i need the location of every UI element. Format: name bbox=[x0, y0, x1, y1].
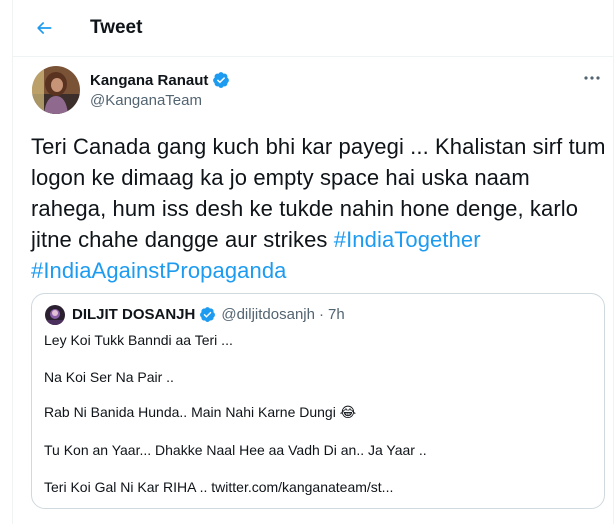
quoted-text-line: Rab Ni Banida Hunda.. Main Nahi Karne Du… bbox=[44, 404, 357, 420]
quoted-timestamp: 7h bbox=[327, 306, 345, 323]
quoted-text-line: Ley Koi Tukk Banndi aa Teri ... bbox=[44, 332, 233, 348]
arrow-left-icon bbox=[37, 22, 52, 34]
tweet-detail-panel: Tweet Kangana Ranaut @KanganaTeam Teri C… bbox=[12, 0, 614, 524]
verified-badge-icon bbox=[199, 306, 216, 323]
quoted-text-line: Teri Koi Gal Ni Kar RIHA .. twitter.com/… bbox=[44, 479, 394, 495]
quoted-author-handle: @diljitdosanjh bbox=[221, 306, 315, 323]
tweet-body: Teri Canada gang kuch bhi kar payegi ...… bbox=[31, 134, 606, 252]
hashtag-link[interactable]: #IndiaAgainstPropaganda bbox=[31, 258, 287, 283]
verified-badge-icon bbox=[212, 71, 230, 89]
quoted-author-avatar bbox=[45, 305, 65, 325]
author-name-text: Kangana Ranaut bbox=[90, 71, 209, 89]
hashtag-link[interactable]: #IndiaTogether bbox=[334, 227, 481, 252]
more-horizontal-icon bbox=[584, 76, 600, 80]
separator-dot: · bbox=[318, 306, 324, 323]
back-button[interactable] bbox=[27, 11, 61, 45]
quoted-tweet-card[interactable]: DILJIT DOSANJH @diljitdosanjh · 7h Ley K… bbox=[31, 293, 605, 509]
author-handle[interactable]: @KanganaTeam bbox=[90, 92, 202, 109]
quoted-text-line: Tu Kon an Yaar... Dhakke Naal Hee aa Vad… bbox=[44, 442, 427, 458]
avatar-image bbox=[32, 66, 80, 114]
tweet-text: Teri Canada gang kuch bhi kar payegi ...… bbox=[31, 131, 606, 286]
author-name[interactable]: Kangana Ranaut bbox=[90, 71, 230, 89]
page-title: Tweet bbox=[90, 17, 143, 38]
quoted-author-row: DILJIT DOSANJH @diljitdosanjh · 7h bbox=[72, 306, 345, 323]
quoted-text-line: Na Koi Ser Na Pair .. bbox=[44, 369, 174, 385]
quoted-author-name: DILJIT DOSANJH bbox=[72, 306, 196, 323]
author-avatar[interactable] bbox=[32, 66, 80, 114]
header: Tweet bbox=[13, 0, 613, 57]
more-options-button[interactable] bbox=[581, 70, 603, 86]
